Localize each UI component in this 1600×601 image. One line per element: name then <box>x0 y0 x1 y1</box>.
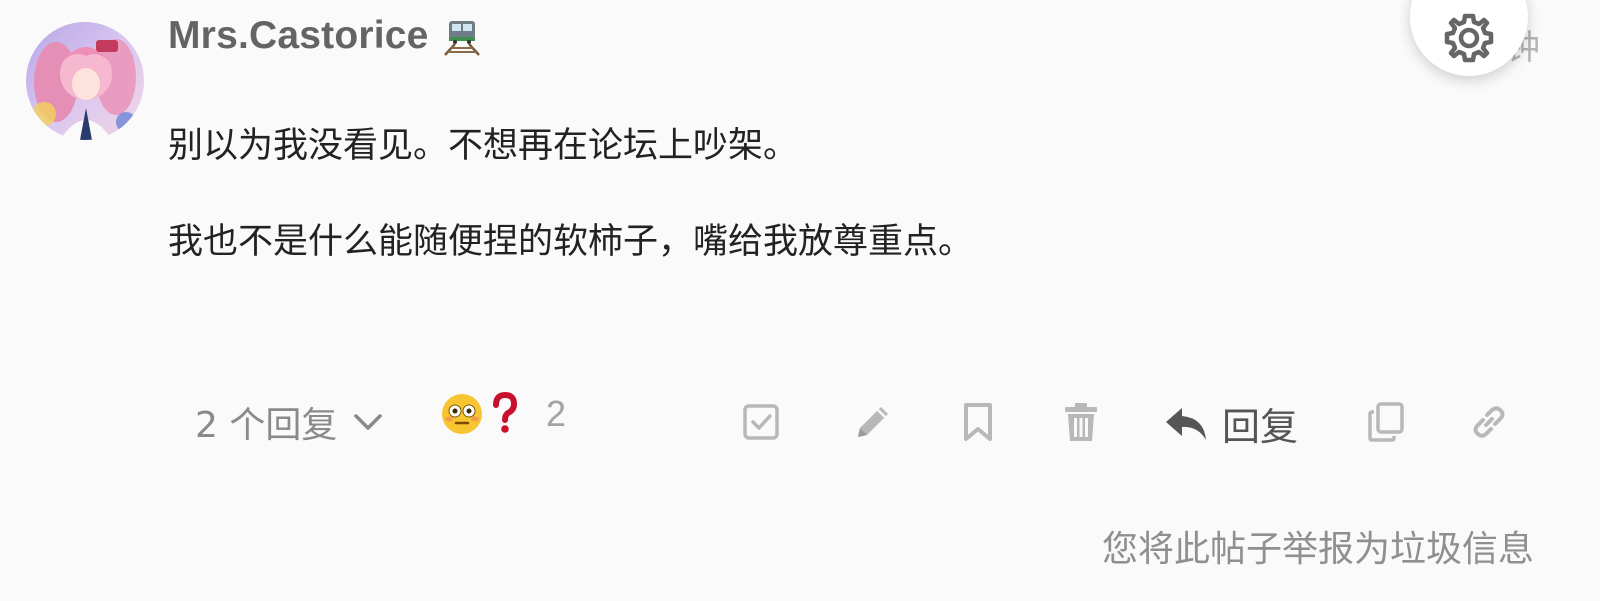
gear-icon <box>1444 13 1494 63</box>
reply-button[interactable]: 回复 <box>1164 396 1298 451</box>
post-paragraph: 我也不是什么能随便捏的软柿子，嘴给我放尊重点。 <box>168 222 974 262</box>
reply-arrow-icon <box>1166 407 1206 440</box>
author-row: Mrs.Castorice <box>168 14 483 58</box>
pencil-icon <box>858 407 888 437</box>
reply-button-label: 回复 <box>1222 405 1299 449</box>
author-username[interactable]: Mrs.Castorice <box>168 14 429 58</box>
share-link-button[interactable] <box>1467 400 1511 444</box>
link-icon <box>1473 406 1505 438</box>
checkbox-icon <box>743 404 779 440</box>
flushed-face-icon <box>442 394 482 434</box>
trash-icon <box>1065 403 1097 441</box>
flag-notice: 您将此帖子举报为垃圾信息 <box>1101 529 1534 570</box>
bookmark-button[interactable] <box>956 400 1000 444</box>
reaction-count: 2 <box>546 393 567 434</box>
railway-track-icon <box>441 15 483 57</box>
question-mark-icon <box>493 392 518 433</box>
copy-button[interactable] <box>1364 400 1408 444</box>
author-avatar[interactable] <box>26 22 144 140</box>
bookmark-icon <box>964 403 992 441</box>
solution-button[interactable] <box>739 400 783 444</box>
post: Mrs.Castorice 7 分钟 别以为我 <box>0 0 1600 601</box>
avatar-image <box>26 22 144 140</box>
edit-button[interactable] <box>851 400 895 444</box>
replies-toggle-button[interactable]: 2 个回复 <box>195 396 385 448</box>
delete-button[interactable] <box>1059 400 1103 444</box>
reaction-button[interactable]: 2 <box>440 392 566 436</box>
post-paragraph: 别以为我没看见。不想再在论坛上吵架。 <box>168 126 799 166</box>
replies-count-label: 2 个回复 <box>195 405 338 446</box>
copy-icon <box>1368 402 1404 442</box>
post-actions: 2 个回复 2 回复 <box>0 392 1600 452</box>
post-body: 别以为我没看见。不想再在论坛上吵架。 我也不是什么能随便捏的软柿子，嘴给我放尊重… <box>168 120 1548 312</box>
chevron-down-icon <box>354 414 383 430</box>
